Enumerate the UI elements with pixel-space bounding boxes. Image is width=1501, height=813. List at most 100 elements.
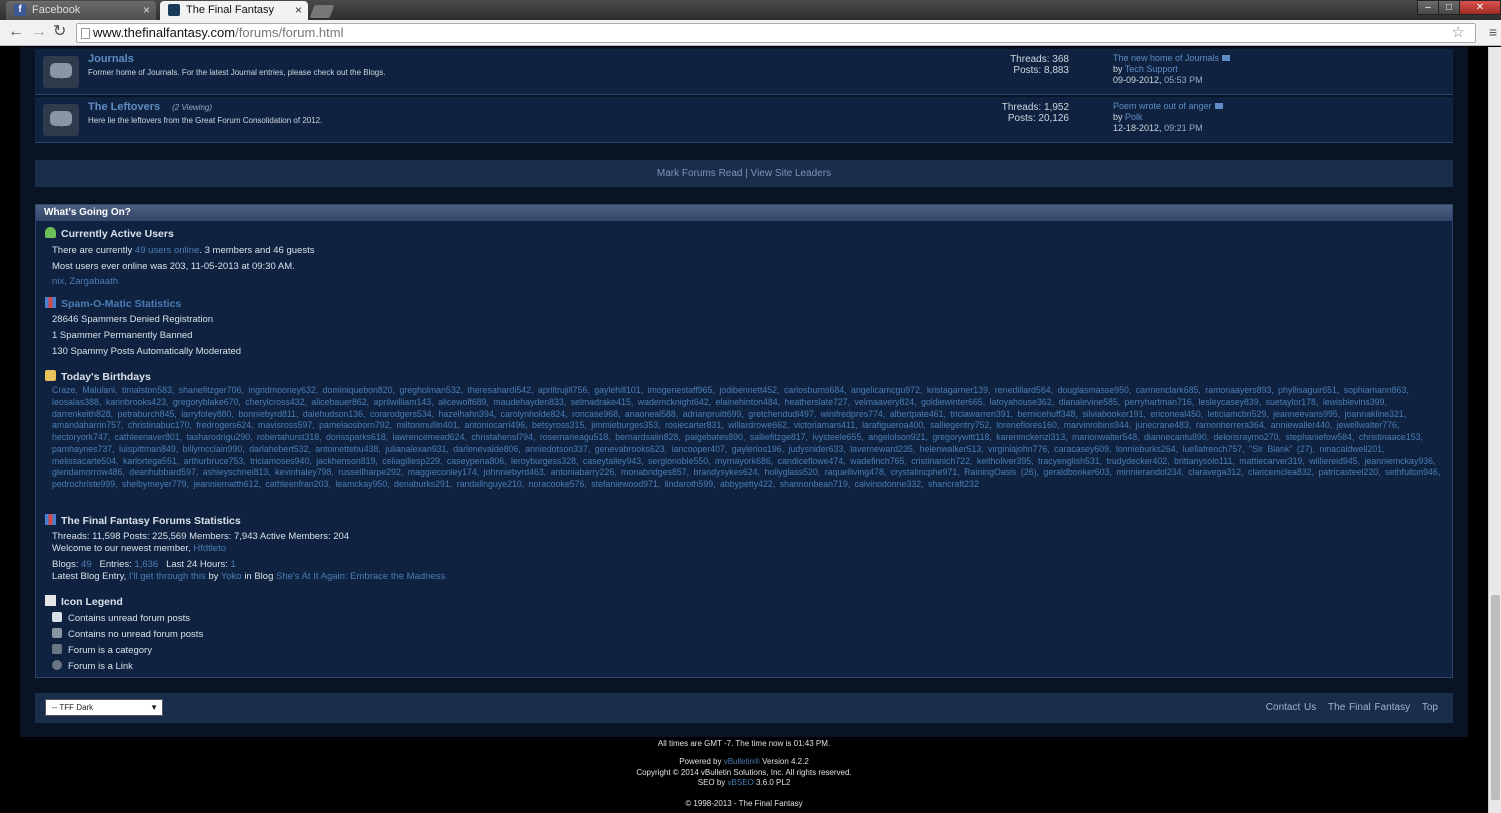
forum-threads: Threads: 368 xyxy=(1010,54,1069,65)
goto-last-post-icon[interactable] xyxy=(1222,55,1231,61)
last-post-date: 12-18-2012, xyxy=(1113,123,1162,133)
separator: | xyxy=(745,168,748,179)
blog-link[interactable]: She's At It Again: Embrace the Madness xyxy=(276,571,445,582)
newest-member-link[interactable]: Hfdtleto xyxy=(193,543,226,554)
legend-unread: Contains unread forum posts xyxy=(52,612,190,624)
maximize-button[interactable]: □ xyxy=(1438,0,1460,15)
bookmark-star-icon[interactable]: ☆ xyxy=(1452,24,1465,42)
close-tab-icon[interactable]: × xyxy=(143,1,150,19)
active-users-count: There are currently 49 users online. 3 m… xyxy=(52,245,315,256)
browser-tabstrip: f Facebook × The Final Fantasy Forums × … xyxy=(0,0,1501,34)
most-users-online: Most users ever online was 203, 11-05-20… xyxy=(52,261,295,272)
time-notice: All times are GMT -7. The time now is 01… xyxy=(657,739,831,748)
dropdown-arrow-icon: ▼ xyxy=(150,703,158,712)
contact-us-link[interactable]: Contact Us xyxy=(1266,702,1316,713)
spam-banned: 1 Spammer Permanently Banned xyxy=(52,330,193,341)
cake-icon xyxy=(45,370,56,381)
tab-facebook[interactable]: f Facebook × xyxy=(6,1,156,20)
forum-status-icon xyxy=(43,104,79,136)
vbseo-link[interactable]: vBSEO xyxy=(728,778,754,787)
forum-posts: Posts: 20,126 xyxy=(1007,113,1069,124)
last-post-time: 05:53 PM xyxy=(1164,75,1203,85)
address-toolbar: ← → ↻ www.thefinalfantasy.com/forums/for… xyxy=(0,20,1501,46)
whats-going-on-panel: What's Going On? Currently Active Users … xyxy=(35,204,1453,678)
view-site-leaders-link[interactable]: View Site Leaders xyxy=(751,168,831,179)
newest-member: Welcome to our newest member, Hfdtleto xyxy=(52,543,227,554)
birthday-list[interactable]: Craze, Malulani, timalston583, shanefitz… xyxy=(52,385,1450,491)
tab-title: Facebook xyxy=(32,4,81,16)
powered-by: Powered by vBulletin® Version 4.2.2 xyxy=(679,757,809,766)
window-close-button[interactable]: ✕ xyxy=(1459,0,1501,15)
page-scrollbar[interactable] xyxy=(1488,47,1501,813)
home-link[interactable]: The Final Fantasy xyxy=(1328,702,1410,713)
forum-last-post: Poem wrote out of anger by Polk 12-18-20… xyxy=(1113,101,1223,134)
no-unread-posts-icon xyxy=(52,628,62,638)
blog-author-link[interactable]: Yoko xyxy=(221,571,242,582)
forum-viewing-count: (2 Viewing) xyxy=(172,103,213,112)
tab-final-fantasy[interactable]: The Final Fantasy Forums × xyxy=(160,1,308,34)
forum-stats: Threads: 368 Posts: 8,883 xyxy=(985,54,1069,76)
close-tab-icon[interactable]: × xyxy=(295,1,302,19)
by-label: by xyxy=(1113,112,1123,122)
forum-description: Former home of Journals. For the latest … xyxy=(88,68,386,77)
latest-blog-entry: Latest Blog Entry, I'll get through this… xyxy=(52,571,446,582)
style-chooser-select[interactable]: -- TFF Dark ▼ xyxy=(45,699,163,716)
last-post-title-link[interactable]: Poem wrote out of anger xyxy=(1113,101,1212,111)
forum-stats-heading: The Final Fantasy Forums Statistics xyxy=(45,514,241,527)
scroll-thumb[interactable] xyxy=(1491,595,1500,800)
forum-stats: Threads: 1,952 Posts: 20,126 xyxy=(985,102,1069,124)
forum-title-link[interactable]: The Leftovers (2 Viewing) xyxy=(88,101,212,113)
legend-link: Forum is a Link xyxy=(52,660,133,672)
legend-icon xyxy=(45,595,56,606)
seo-credit: SEO by vBSEO 3.6.0 PL2 xyxy=(697,778,791,787)
forward-icon[interactable]: → xyxy=(31,24,47,40)
footer-bar: -- TFF Dark ▼ Contact Us The Final Fantas… xyxy=(35,693,1453,723)
spam-denied: 28646 Spammers Denied Registration xyxy=(52,314,214,325)
forum-posts: Posts: 8,883 xyxy=(1013,65,1069,76)
back-icon[interactable]: ← xyxy=(8,24,24,40)
top-link[interactable]: Top xyxy=(1422,702,1438,713)
user-icon xyxy=(45,227,56,238)
new-tab-button[interactable] xyxy=(309,5,335,18)
last-post-title-link[interactable]: The new home of Journals xyxy=(1113,53,1219,63)
browser-menu-icon[interactable]: ≡ xyxy=(1489,24,1497,40)
users-online-link[interactable]: 49 users online xyxy=(135,245,199,256)
page-viewport: Journals Former home of Journals. For th… xyxy=(0,47,1488,813)
forum-title-link[interactable]: Journals xyxy=(88,53,134,65)
last-post-time: 09:21 PM xyxy=(1164,123,1203,133)
forum-row-journals[interactable]: Journals Former home of Journals. For th… xyxy=(35,49,1453,95)
forum-last-post: The new home of Journals by Tech Support… xyxy=(1113,53,1231,86)
by-label: by xyxy=(1113,64,1123,74)
forum-row-leftovers[interactable]: The Leftovers (2 Viewing) Here lie the le… xyxy=(35,97,1453,143)
reload-icon[interactable]: ↻ xyxy=(53,24,66,40)
blog-entry-link[interactable]: I'll get through this xyxy=(129,571,206,582)
forum-status-icon xyxy=(43,56,79,88)
vbulletin-link[interactable]: vBulletin® xyxy=(724,757,760,766)
site-favicon-icon xyxy=(168,4,180,16)
unread-posts-icon xyxy=(52,612,62,622)
footer-links: Contact Us The Final Fantasy Top xyxy=(1258,693,1438,723)
facebook-icon: f xyxy=(14,4,26,16)
forum-wrapper: Journals Former home of Journals. For th… xyxy=(20,47,1468,737)
minimize-button[interactable]: – xyxy=(1417,0,1439,15)
url-bar[interactable]: www.thefinalfantasy.com/forums/forum.htm… xyxy=(76,23,1476,43)
forum-description: Here lie the leftovers from the Great Fo… xyxy=(88,116,323,125)
copyright: Copyright © 2014 vBulletin Solutions, In… xyxy=(636,768,852,777)
icon-legend-heading: Icon Legend xyxy=(45,595,123,608)
spam-stats-heading: Spam-O-Matic Statistics xyxy=(45,297,181,310)
blog-stats: Blogs: 49 Entries: 1,636 Last 24 Hours: … xyxy=(52,559,236,570)
last-post-date: 09-09-2012, xyxy=(1113,75,1162,85)
mark-forums-read-link[interactable]: Mark Forums Read xyxy=(657,168,743,179)
active-user-names[interactable]: nix, Zargabaath xyxy=(52,276,118,287)
link-icon xyxy=(52,660,62,670)
url-domain: www.thefinalfantasy.com xyxy=(93,25,236,40)
last-poster-link[interactable]: Polk xyxy=(1125,112,1143,122)
last-poster-link[interactable]: Tech Support xyxy=(1125,64,1178,74)
page-icon xyxy=(81,28,90,39)
birthdays-heading: Today's Birthdays xyxy=(45,370,151,383)
site-copyright: © 1998-2013 - The Final Fantasy xyxy=(685,799,803,808)
active-users-heading: Currently Active Users xyxy=(45,227,174,240)
forum-threads: Threads: 1,952 xyxy=(1001,102,1069,113)
goto-last-post-icon[interactable] xyxy=(1214,103,1223,109)
category-icon xyxy=(52,644,62,654)
